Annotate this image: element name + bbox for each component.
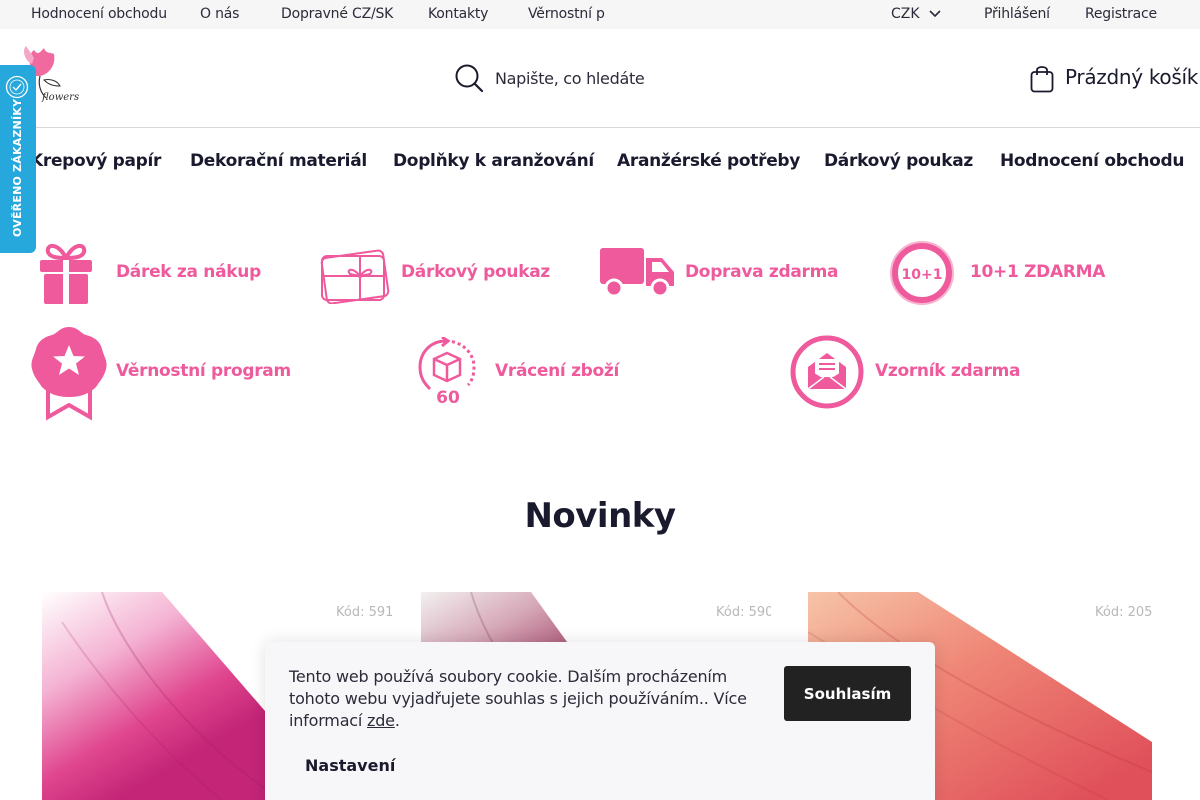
svg-text:flowers: flowers [41,92,79,103]
benefit-gift-with-purchase[interactable]: Dárek za nákup [116,262,261,282]
truck-icon[interactable] [600,246,676,300]
cookie-more-info-link[interactable]: zde [367,711,395,730]
cookie-settings-link[interactable]: Nastavení [305,756,395,775]
header-divider [0,127,1200,128]
benefit-free-samples[interactable]: Vzorník zdarma [875,361,1020,381]
nav-gift-voucher[interactable]: Dárkový poukaz [824,151,973,171]
benefit-returns[interactable]: Vrácení zboží [495,361,619,381]
section-title-news: Novinky [524,496,676,536]
return-box-icon[interactable]: 60 [416,337,478,407]
nav-crepe-paper[interactable]: Krepový papír [30,151,161,171]
ten-plus-one-icon[interactable]: 10+1 [889,240,955,306]
return-days-text: 60 [436,388,460,407]
topbar-link-loyalty[interactable]: Věrnostní p [528,6,605,22]
cookie-consent-dialog: Tento web používá soubory cookie. Dalším… [265,642,935,800]
nav-shop-reviews[interactable]: Hodnocení obchodu [1000,151,1185,171]
topbar-link-contacts[interactable]: Kontakty [428,6,488,22]
topbar-link-reviews[interactable]: Hodnocení obchodu [31,6,167,22]
benefit-ten-plus-one[interactable]: 10+1 ZDARMA [970,262,1105,282]
product-code: Kód: 590 [716,605,771,620]
gift-icon[interactable] [36,238,96,306]
cart-link[interactable]: Prázdný košík [1065,65,1198,89]
verified-seal-icon [5,75,29,99]
search-input[interactable] [495,66,795,90]
cookie-agree-button[interactable]: Souhlasím [784,666,911,721]
nav-decoration-material[interactable]: Dekorační materiál [190,151,367,171]
product-code: Kód: 205 [1095,605,1152,620]
nav-arrangement-accessories[interactable]: Doplňky k aranžování [393,151,594,171]
benefit-loyalty-program[interactable]: Věrnostní program [116,361,291,381]
verified-by-customers-badge[interactable]: OVĚŘENO ZÁKAZNÍKY [0,65,36,253]
search-icon[interactable] [454,63,484,93]
shopping-bag-icon[interactable] [1030,63,1054,93]
ten-plus-one-icon-text: 10+1 [902,267,943,283]
top-bar: Hodnocení obchodu O nás Dopravné CZ/SK K… [0,0,1200,29]
topbar-link-shipping[interactable]: Dopravné CZ/SK [281,6,393,22]
nav-florist-supplies[interactable]: Aranžérské potřeby [617,151,800,171]
login-link[interactable]: Přihlášení [984,6,1050,22]
gift-card-icon[interactable] [318,242,392,304]
product-code: Kód: 591 [336,605,392,620]
cookie-text-end: . [394,711,400,730]
topbar-link-about[interactable]: O nás [200,6,239,22]
envelope-icon[interactable] [790,335,864,409]
loyalty-star-icon[interactable] [30,325,108,421]
currency-select[interactable]: CZK [891,6,920,22]
verified-badge-label: OVĚŘENO ZÁKAZNÍKY [11,98,24,237]
register-link[interactable]: Registrace [1085,6,1157,22]
cookie-message: Tento web používá soubory cookie. Dalším… [289,667,747,730]
cookie-text: Tento web používá soubory cookie. Dalším… [289,666,759,732]
benefit-gift-voucher[interactable]: Dárkový poukaz [401,262,550,282]
benefit-free-shipping[interactable]: Doprava zdarma [685,262,839,282]
chevron-down-icon[interactable] [928,8,942,20]
